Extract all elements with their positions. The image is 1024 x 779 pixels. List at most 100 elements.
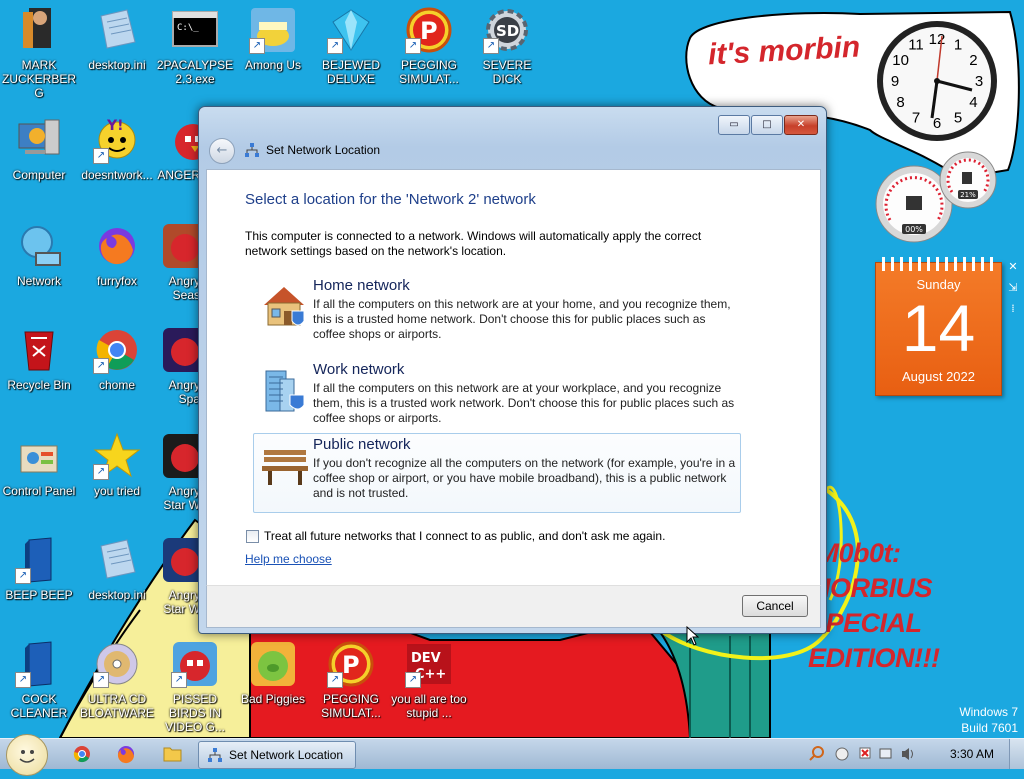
desktop-icon-among-us[interactable]: ↗ Among Us (234, 2, 312, 92)
desktop-icon-furryfox[interactable]: furryfox (78, 218, 156, 308)
desktop-icon-bejeweled[interactable]: ↗ BEJEWED DELUXE (312, 2, 390, 92)
show-desktop-button[interactable] (1009, 739, 1024, 769)
taskbar-chrome[interactable] (64, 742, 100, 766)
blue-book-icon: ↗ (15, 640, 63, 688)
taskbar-firefox[interactable] (108, 742, 144, 766)
desktop-icon-too-stupid[interactable]: DEV C++ ↗ you all are too stupid ... (390, 636, 468, 726)
volume-icon[interactable] (902, 748, 913, 760)
dev-cpp-icon: DEV C++ ↗ (405, 640, 453, 688)
desktop-icon-label: Network (16, 274, 61, 288)
maximize-button[interactable]: □ (751, 115, 783, 135)
cpu-meter-gadget[interactable]: 00% 21% (872, 150, 1002, 246)
clock-time[interactable]: 3:30 AM (950, 747, 994, 761)
angry-bird-icon: ↗ (171, 640, 219, 688)
taskbar: Set Network Location 3:30 AM (0, 734, 1024, 776)
gadget-close-icon[interactable]: ✕ (1004, 260, 1022, 273)
search-icon[interactable] (809, 746, 824, 761)
desktop-icon-desktop-ini-2[interactable]: desktop.ini (78, 532, 156, 622)
desktop-icon-mark-zuckerberg[interactable]: MARK ZUCKERBERG (0, 2, 78, 100)
desktop-icon-label: you tried (93, 484, 141, 498)
desktop-icon-angry-star-wars-2[interactable]: Angry Star W (156, 532, 200, 622)
clock-numeral: 8 (896, 94, 904, 111)
option-work-network[interactable]: Work network If all the computers on thi… (253, 358, 741, 438)
desktop-icon-you-tried[interactable]: ↗ you tried (78, 428, 156, 518)
clock-numeral: 7 (912, 109, 920, 126)
cpu-meter-value: 00% (905, 225, 923, 234)
desktop-icon-pegging-2[interactable]: P ↗ PEGGING SIMULAT... (312, 636, 390, 726)
option-public-network[interactable]: Public network If you don't recognize al… (253, 433, 741, 513)
morbius-line: EDITION!!! (808, 643, 940, 673)
desktop-icon-label: Angry Spa (168, 378, 200, 406)
desktop-icon-pissed-birds[interactable]: ↗ PISSED BIRDS IN VIDEO G... (156, 636, 234, 734)
person-photo-icon (15, 6, 63, 54)
svg-text:P: P (342, 651, 360, 679)
desktop-icon-label: Control Panel (2, 484, 76, 498)
clock-gadget[interactable]: 12 12 3 45678 9 1011 (874, 18, 1000, 144)
dialog-title: Set Network Location (266, 143, 381, 157)
clock-numeral: 4 (969, 94, 977, 111)
desktop-icon-angry-space[interactable]: Angry Spa (156, 322, 200, 412)
recycle-bin-icon (15, 326, 63, 374)
windows-build: Build 7601 (961, 721, 1018, 735)
among-us-icon: ↗ (249, 6, 297, 54)
tray-icons (809, 746, 913, 761)
desktop-icon-label: Angry Star W (163, 588, 200, 616)
calendar-gadget[interactable]: Sunday 14 August 2022 (875, 257, 1002, 396)
sd-gear-icon: SD ↗ (483, 6, 531, 54)
desktop-icon-label: Computer (12, 168, 66, 182)
desktop-icon-2pacalypse[interactable]: C:\_ 2PACALYPSE 2.3.exe (156, 2, 234, 92)
start-button[interactable] (6, 734, 48, 776)
calendar-weekday: Sunday (916, 277, 961, 292)
treat-as-public-row[interactable]: Treat all future networks that I connect… (246, 529, 665, 543)
taskbar-task-label: Set Network Location (229, 748, 344, 762)
smiley-icon[interactable] (835, 747, 849, 761)
desktop-icon-network[interactable]: Network (0, 218, 78, 308)
desktop-icon-recycle-bin[interactable]: Recycle Bin (0, 322, 78, 412)
desktop-icon-bad-piggies[interactable]: Bad Piggies (234, 636, 312, 726)
desktop-icon-control-panel[interactable]: Control Panel (0, 428, 78, 518)
desktop-icon-severe[interactable]: SD ↗ SEVERE DICK (468, 2, 546, 92)
desktop-icon-angry-star-wars[interactable]: Angry Star W (156, 428, 200, 518)
windows-watermark: Windows 7 Build 7601 (959, 704, 1018, 736)
close-button[interactable]: ✕ (784, 115, 818, 135)
angry-birds-space-icon (161, 326, 200, 374)
option-home-network[interactable]: Home network If all the computers on thi… (253, 274, 741, 354)
desktop-icon-beep-beep[interactable]: ↗ BEEP BEEP (0, 532, 78, 622)
taskbar-explorer[interactable] (154, 742, 190, 766)
flag-icon[interactable] (859, 747, 871, 759)
desktop-icon-label: Angry Star W (163, 484, 200, 512)
desktop-icon-doesntwork[interactable]: Y! ↗ doesntwork... (78, 112, 156, 202)
desktop-icon-label: ANGER (157, 168, 200, 182)
taskbar-task-set-network-location[interactable]: Set Network Location (198, 741, 356, 769)
computer-icon (15, 116, 63, 164)
network-icon[interactable] (879, 748, 892, 759)
cancel-button[interactable]: Cancel (742, 595, 808, 617)
chrome-icon: ↗ (93, 326, 141, 374)
network-icon (208, 748, 222, 762)
back-button[interactable]: ← (209, 138, 235, 164)
desktop-icon-cock-cleaner[interactable]: ↗ COCK CLEANER (0, 636, 78, 726)
desktop-icon-ultra-cd[interactable]: ↗ ULTRA CD BLOATWARE (78, 636, 156, 726)
calendar-rings (882, 257, 995, 271)
desktop-icon-pegging-1[interactable]: P ↗ PEGGING SIMULAT... (390, 2, 468, 92)
help-me-choose-link[interactable]: Help me choose (245, 552, 332, 566)
desktop-icon-angry-seasons[interactable]: Angry Seas (156, 218, 200, 308)
minimize-button[interactable]: ▭ (718, 115, 750, 135)
treat-as-public-label[interactable]: Treat all future networks that I connect… (264, 529, 665, 543)
gadget-resize-icon[interactable]: ⇲ (1004, 281, 1022, 294)
gadget-drag-icon[interactable]: ⁞ (1004, 302, 1022, 315)
calendar-day: 14 (901, 291, 976, 365)
desktop-icon-desktop-ini[interactable]: desktop.ini (78, 2, 156, 92)
ram-meter-value: 21% (960, 191, 976, 199)
desktop-icon-computer[interactable]: Computer (0, 112, 78, 202)
svg-text:P: P (420, 17, 438, 45)
desktop-icon-chome[interactable]: ↗ chome (78, 322, 156, 412)
treat-as-public-checkbox[interactable] (246, 529, 259, 543)
system-tray: 3:30 AM (804, 739, 1024, 769)
desktop-icon-label: chome (98, 378, 136, 392)
dialog-footer: Cancel (206, 585, 821, 628)
settings-file-icon (93, 6, 141, 54)
gold-star-icon: ↗ (93, 432, 141, 480)
desktop-icon-anger[interactable]: ANGER (156, 112, 200, 202)
desktop-icon-label: Bad Piggies (240, 692, 306, 706)
